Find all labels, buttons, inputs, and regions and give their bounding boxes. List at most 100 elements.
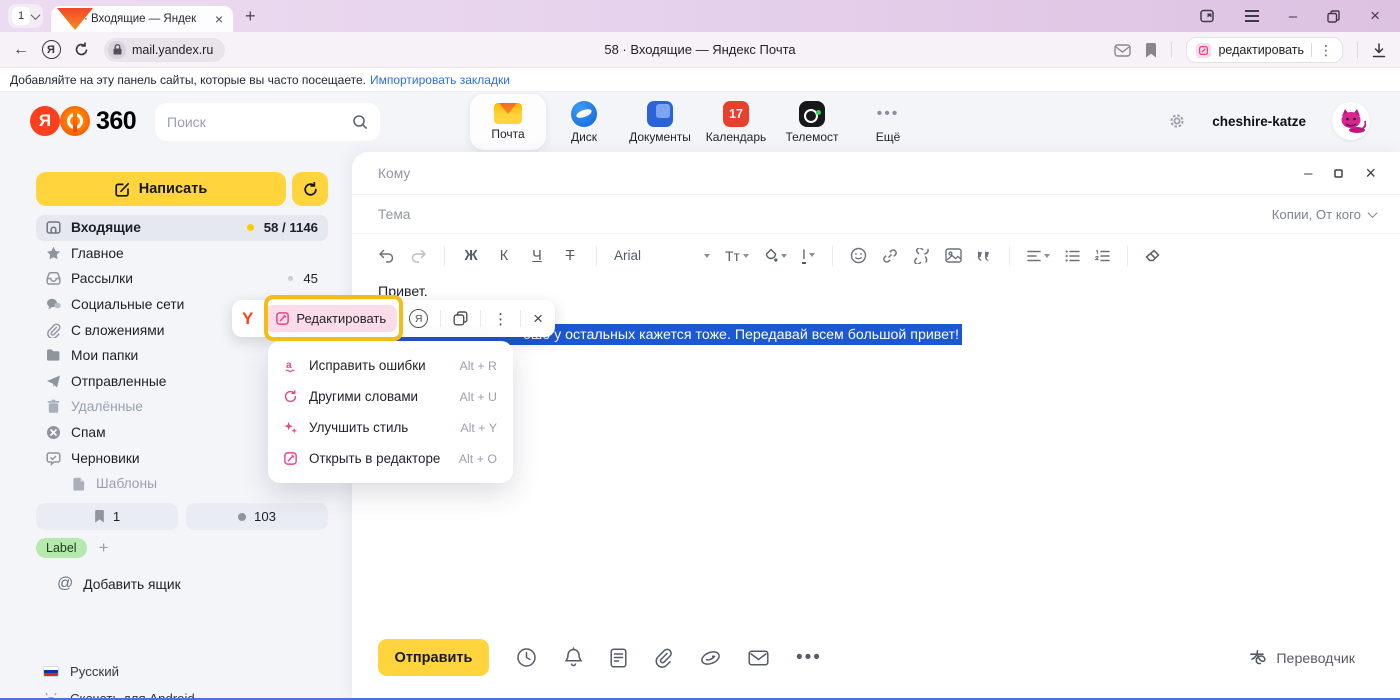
spam-icon [46,425,61,440]
browser-menu-icon[interactable] [1245,10,1259,21]
pinned-filter-button[interactable]: 1 [36,503,178,530]
minimize-window-icon[interactable]: – [1289,8,1297,25]
tab-close-icon[interactable]: × [215,12,223,26]
menu-item-open-editor[interactable]: Открыть в редакторе Alt + O [268,443,513,474]
highlight-color-button[interactable] [764,248,787,263]
browser-toolbar: ← Я mail.yandex.ru 58 · Входящие — Яндек… [0,32,1400,68]
translator-button[interactable]: Переводчик [1248,649,1355,668]
restore-window-icon[interactable] [1327,10,1340,23]
assistant-more-icon[interactable]: ⋮ [493,310,508,328]
message-body-line[interactable]: Привет. [378,284,428,300]
bookmarks-bar: Добавляйте на эту панель сайты, которые … [0,68,1400,92]
font-family-select[interactable]: Arial [614,248,710,263]
strikethrough-button[interactable]: Т [561,248,579,264]
folder-newsletters[interactable]: Рассылки 45 [36,266,328,292]
align-button[interactable] [1027,250,1050,262]
close-window-icon[interactable]: × [1370,6,1380,26]
yandex-browser-icon[interactable]: Я [36,40,66,59]
settings-gear-icon[interactable] [1168,112,1186,130]
menu-item-rephrase[interactable]: Другими словами Alt + U [268,381,513,412]
compose-expand-icon[interactable] [1334,169,1343,178]
underline-button[interactable]: Ч [528,248,546,264]
text-color-button[interactable]: I [802,247,815,264]
attach-link-icon[interactable] [882,248,898,264]
italic-button[interactable]: К [495,248,513,264]
folder-inbox[interactable]: Входящие 58 / 1146 [36,215,328,241]
service-more[interactable]: ••• Ещё [850,94,926,150]
service-telemost[interactable]: Телемост [774,94,850,150]
insert-link-icon[interactable] [913,248,930,264]
more-options-icon[interactable]: ••• [796,647,822,669]
assistant-close-icon[interactable]: × [533,309,543,329]
document-icon [72,477,86,491]
tab-title: 58 · Входящие — Яндек [68,13,208,25]
numbered-list-icon[interactable] [1095,250,1110,262]
avatar[interactable] [1332,102,1370,140]
bullet-list-icon[interactable] [1065,250,1080,262]
folder-main[interactable]: Главное [36,241,328,267]
eraser-icon[interactable] [1145,249,1160,263]
menu-item-improve-style[interactable]: Улучшить стиль Alt + Y [268,412,513,443]
menu-item-fix-errors[interactable]: a Исправить ошибки Alt + R [268,350,513,381]
extension-more-icon[interactable]: ⋮ [1319,42,1333,59]
address-bar[interactable]: mail.yandex.ru [104,38,225,62]
note-icon[interactable] [610,648,627,668]
search-icon[interactable] [352,114,368,130]
back-icon[interactable]: ← [6,41,36,59]
new-tab-button[interactable]: + [245,7,256,25]
undo-icon[interactable] [378,248,395,263]
service-mail[interactable]: Почта [470,94,546,150]
copy-icon[interactable] [453,311,468,326]
compose-minimize-icon[interactable]: – [1304,165,1312,182]
schedule-send-icon[interactable] [516,647,537,668]
add-mailbox-button[interactable]: @ Добавить ящик [57,575,181,593]
attach-from-mail-icon[interactable] [748,650,769,666]
reminder-bell-icon[interactable] [564,647,583,668]
attach-file-icon[interactable] [654,648,673,668]
tab-group-button[interactable]: 1 [8,4,43,28]
compose-button[interactable]: Написать [36,172,286,206]
refresh-mail-button[interactable] [292,172,328,206]
browser-edit-extension-button[interactable]: редактировать ⋮ [1186,37,1343,63]
mail-check-icon[interactable] [1114,44,1131,57]
assistant-edit-button[interactable]: Редактировать [265,305,397,332]
refresh-icon[interactable] [66,42,96,57]
import-bookmarks-link[interactable]: Импортировать закладки [370,73,510,87]
attach-from-disk-icon[interactable] [700,649,721,667]
folder-icon [46,348,61,363]
language-switch[interactable]: Русский [43,664,195,679]
cc-from-toggle[interactable]: Копии, От кого [1272,207,1376,222]
browser-tab[interactable]: 58 · Входящие — Яндек × [51,6,233,32]
label-tag[interactable]: Label [36,538,87,558]
calendar-service-icon: 17 [723,101,749,127]
send-button[interactable]: Отправить [378,639,489,676]
compose-close-icon[interactable]: × [1365,163,1376,184]
yandex-360-logo[interactable]: Я 360 [30,106,136,136]
subject-field-row[interactable]: Тема Копии, От кого [352,195,1400,234]
username[interactable]: cheshire-katze [1212,114,1306,129]
bold-button[interactable]: Ж [462,248,480,264]
add-label-icon[interactable]: + [99,538,109,558]
font-size-select[interactable]: Tт [725,248,749,264]
downloads-icon[interactable] [1372,43,1386,58]
format-toolbar: Ж К Ч Т Arial Tт I [352,234,1400,277]
service-disk[interactable]: Диск [546,94,622,150]
search-box[interactable] [155,103,380,141]
editor-icon [276,312,289,325]
search-input[interactable] [167,114,352,130]
open-editor-icon [284,452,297,465]
service-docs[interactable]: Документы [622,94,698,150]
more-services-icon: ••• [877,101,900,127]
emoji-icon[interactable] [850,247,867,264]
quote-icon[interactable] [977,250,992,262]
redo-icon[interactable] [410,248,427,263]
insert-image-icon[interactable] [945,248,962,263]
drafts-icon [46,451,61,466]
yandex-search-icon[interactable]: Я [409,309,428,328]
to-field-row[interactable]: Кому – × [352,152,1400,195]
bookmark-icon[interactable] [1145,43,1157,58]
service-calendar[interactable]: 17 Календарь [698,94,774,150]
tray-icon [46,271,61,286]
tab-panel-icon[interactable] [1199,8,1215,24]
unread-filter-button[interactable]: 103 [186,503,328,530]
